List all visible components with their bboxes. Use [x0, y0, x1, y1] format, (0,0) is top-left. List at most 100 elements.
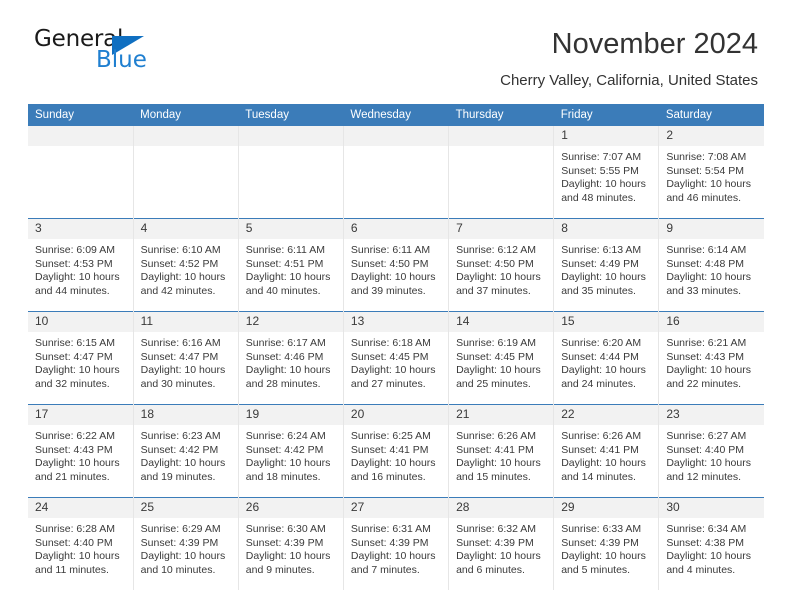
calendar-day-cell[interactable]: 11 Sunrise: 6:16 AM Sunset: 4:47 PM Dayligh…: [133, 311, 239, 405]
day-sun-info: Sunrise: 6:18 AM Sunset: 4:45 PM Daylight:…: [344, 332, 448, 391]
daylight-duration: Daylight: 10 hours and 35 minutes.: [561, 271, 646, 297]
sunset-time: Sunset: 4:39 PM: [350, 536, 429, 549]
sunrise-time: Sunrise: 6:26 AM: [456, 430, 537, 442]
sunrise-time: Sunrise: 6:23 AM: [140, 430, 221, 442]
page-title: November 2024: [551, 28, 758, 60]
day-sun-info: Sunrise: 6:29 AM Sunset: 4:39 PM Daylight:…: [134, 518, 238, 577]
calendar-day-cell[interactable]: 28 Sunrise: 6:32 AM Sunset: 4:39 PM Dayligh…: [448, 497, 555, 590]
sunset-time: Sunset: 4:42 PM: [140, 443, 219, 456]
sunset-time: Sunset: 4:46 PM: [245, 350, 324, 363]
daylight-duration: Daylight: 10 hours and 9 minutes.: [245, 550, 331, 576]
calendar-day-cell[interactable]: 16 Sunrise: 6:21 AM Sunset: 4:43 PM Dayligh…: [658, 311, 764, 405]
daylight-duration: Daylight: 10 hours and 21 minutes.: [35, 457, 120, 483]
day-number: 10: [28, 312, 133, 332]
sunset-time: Sunset: 4:43 PM: [666, 350, 744, 363]
daylight-duration: Daylight: 10 hours and 30 minutes.: [140, 364, 226, 390]
sunset-time: Sunset: 4:48 PM: [666, 257, 744, 270]
day-sun-info: Sunrise: 6:26 AM Sunset: 4:41 PM Daylight:…: [449, 425, 553, 484]
sunset-time: Sunset: 4:39 PM: [561, 536, 639, 549]
day-number: 30: [659, 498, 764, 518]
sunset-time: Sunset: 4:45 PM: [350, 350, 429, 363]
sunrise-time: Sunrise: 6:12 AM: [456, 244, 537, 256]
day-number: 5: [238, 219, 343, 239]
daylight-duration: Daylight: 10 hours and 44 minutes.: [35, 271, 120, 297]
daylight-duration: Daylight: 10 hours and 12 minutes.: [666, 457, 751, 483]
calendar-day-cell[interactable]: 9 Sunrise: 6:14 AM Sunset: 4:48 PM Daylight…: [658, 218, 764, 312]
sunset-time: Sunset: 4:50 PM: [350, 257, 429, 270]
day-number: [238, 126, 343, 146]
calendar-day-cell[interactable]: 22 Sunrise: 6:26 AM Sunset: 4:41 PM Dayligh…: [553, 404, 660, 498]
sunset-time: Sunset: 4:43 PM: [35, 443, 113, 456]
sunset-time: Sunset: 4:38 PM: [666, 536, 744, 549]
calendar-day-cell[interactable]: 29 Sunrise: 6:33 AM Sunset: 4:39 PM Dayligh…: [553, 497, 660, 590]
day-sun-info: Sunrise: 6:14 AM Sunset: 4:48 PM Daylight:…: [659, 239, 764, 298]
day-sun-info: Sunrise: 7:07 AM Sunset: 5:55 PM Daylight:…: [554, 146, 658, 205]
calendar-day-cell[interactable]: 6 Sunrise: 6:11 AM Sunset: 4:50 PM Daylight…: [343, 218, 450, 312]
sunrise-time: Sunrise: 6:19 AM: [456, 337, 537, 349]
calendar-day-cell[interactable]: 14 Sunrise: 6:19 AM Sunset: 4:45 PM Dayligh…: [448, 311, 555, 405]
page-subtitle-location: Cherry Valley, California, United States: [500, 72, 758, 89]
day-number: 27: [343, 498, 449, 518]
calendar-day-cell[interactable]: 15 Sunrise: 6:20 AM Sunset: 4:44 PM Dayligh…: [553, 311, 660, 405]
day-sun-info: Sunrise: 6:23 AM Sunset: 4:42 PM Daylight:…: [134, 425, 238, 484]
sunrise-time: Sunrise: 6:28 AM: [35, 523, 115, 535]
sunrise-sunset-calendar: Sunday Monday Tuesday Wednesday Thursday…: [28, 104, 764, 590]
calendar-day-cell[interactable]: 3 Sunrise: 6:09 AM Sunset: 4:53 PM Daylight…: [28, 218, 134, 312]
weekday-header-saturday: Saturday: [658, 104, 764, 126]
weekday-header-row: Sunday Monday Tuesday Wednesday Thursday…: [28, 104, 764, 126]
day-sun-info: Sunrise: 6:19 AM Sunset: 4:45 PM Daylight:…: [449, 332, 553, 391]
sunset-time: Sunset: 4:50 PM: [456, 257, 534, 270]
calendar-day-cell[interactable]: 23 Sunrise: 6:27 AM Sunset: 4:40 PM Dayligh…: [658, 404, 764, 498]
daylight-duration: Daylight: 10 hours and 16 minutes.: [350, 457, 436, 483]
weekday-header-tuesday: Tuesday: [238, 104, 344, 126]
sunset-time: Sunset: 4:40 PM: [35, 536, 113, 549]
calendar-day-cell[interactable]: 12 Sunrise: 6:17 AM Sunset: 4:46 PM Dayligh…: [238, 311, 344, 405]
calendar-day-cell[interactable]: 18 Sunrise: 6:23 AM Sunset: 4:42 PM Dayligh…: [133, 404, 239, 498]
calendar-day-cell[interactable]: 27 Sunrise: 6:31 AM Sunset: 4:39 PM Dayligh…: [343, 497, 450, 590]
calendar-day-cell[interactable]: 5 Sunrise: 6:11 AM Sunset: 4:51 PM Daylight…: [238, 218, 344, 312]
day-sun-info: Sunrise: 6:28 AM Sunset: 4:40 PM Daylight:…: [28, 518, 133, 577]
day-number: 26: [238, 498, 343, 518]
day-number: [343, 126, 449, 146]
sunrise-time: Sunrise: 6:15 AM: [35, 337, 115, 349]
calendar-day-cell[interactable]: 8 Sunrise: 6:13 AM Sunset: 4:49 PM Daylight…: [553, 218, 660, 312]
day-number: 3: [28, 219, 133, 239]
day-number: [133, 126, 238, 146]
calendar-week-row: 24 Sunrise: 6:28 AM Sunset: 4:40 PM Dayligh…: [28, 497, 764, 590]
sunrise-time: Sunrise: 6:17 AM: [245, 337, 326, 349]
daylight-duration: Daylight: 10 hours and 46 minutes.: [666, 178, 751, 204]
calendar-body: 1 Sunrise: 7:07 AM Sunset: 5:55 PM Daylight…: [28, 126, 764, 590]
calendar-day-cell[interactable]: 2 Sunrise: 7:08 AM Sunset: 5:54 PM Daylight…: [659, 126, 764, 219]
day-number: 28: [449, 498, 554, 518]
calendar-day-cell[interactable]: 21 Sunrise: 6:26 AM Sunset: 4:41 PM Dayligh…: [448, 404, 555, 498]
day-number: 29: [554, 498, 659, 518]
calendar-day-cell[interactable]: 26 Sunrise: 6:30 AM Sunset: 4:39 PM Dayligh…: [238, 497, 344, 590]
calendar-day-cell[interactable]: 4 Sunrise: 6:10 AM Sunset: 4:52 PM Daylight…: [133, 218, 239, 312]
day-sun-info: Sunrise: 6:24 AM Sunset: 4:42 PM Daylight:…: [239, 425, 343, 484]
calendar-day-cell[interactable]: 20 Sunrise: 6:25 AM Sunset: 4:41 PM Dayligh…: [343, 404, 450, 498]
calendar-day-cell[interactable]: 13 Sunrise: 6:18 AM Sunset: 4:45 PM Dayligh…: [343, 311, 450, 405]
sunset-time: Sunset: 4:39 PM: [140, 536, 219, 549]
calendar-day-cell[interactable]: 10 Sunrise: 6:15 AM Sunset: 4:47 PM Dayligh…: [28, 311, 134, 405]
day-sun-info: Sunrise: 6:33 AM Sunset: 4:39 PM Daylight:…: [554, 518, 658, 577]
calendar-week-row: 17 Sunrise: 6:22 AM Sunset: 4:43 PM Dayligh…: [28, 404, 764, 498]
day-number: 23: [659, 405, 764, 425]
sunset-time: Sunset: 4:47 PM: [140, 350, 219, 363]
day-number: 12: [238, 312, 343, 332]
calendar-day-cell[interactable]: 1 Sunrise: 7:07 AM Sunset: 5:55 PM Daylight…: [553, 126, 660, 219]
calendar-day-cell[interactable]: 24 Sunrise: 6:28 AM Sunset: 4:40 PM Dayligh…: [28, 497, 134, 590]
calendar-day-cell[interactable]: 25 Sunrise: 6:29 AM Sunset: 4:39 PM Dayligh…: [133, 497, 239, 590]
day-sun-info: Sunrise: 6:11 AM Sunset: 4:51 PM Daylight:…: [239, 239, 343, 298]
day-number: 8: [554, 219, 659, 239]
calendar-day-cell[interactable]: 7 Sunrise: 6:12 AM Sunset: 4:50 PM Daylight…: [448, 218, 555, 312]
calendar-day-cell[interactable]: 19 Sunrise: 6:24 AM Sunset: 4:42 PM Dayligh…: [238, 404, 344, 498]
sunrise-time: Sunrise: 6:27 AM: [666, 430, 747, 442]
sunrise-time: Sunrise: 6:13 AM: [561, 244, 642, 256]
day-sun-info: Sunrise: 6:12 AM Sunset: 4:50 PM Daylight:…: [449, 239, 553, 298]
calendar-day-cell[interactable]: 17 Sunrise: 6:22 AM Sunset: 4:43 PM Dayligh…: [28, 404, 134, 498]
calendar-page: General Blue November 2024 Cherry Valley…: [0, 0, 792, 612]
sunrise-time: Sunrise: 6:18 AM: [350, 337, 431, 349]
weekday-header-wednesday: Wednesday: [343, 104, 449, 126]
sunset-time: Sunset: 4:52 PM: [140, 257, 219, 270]
calendar-day-cell[interactable]: 30 Sunrise: 6:34 AM Sunset: 4:38 PM Dayligh…: [658, 497, 764, 590]
